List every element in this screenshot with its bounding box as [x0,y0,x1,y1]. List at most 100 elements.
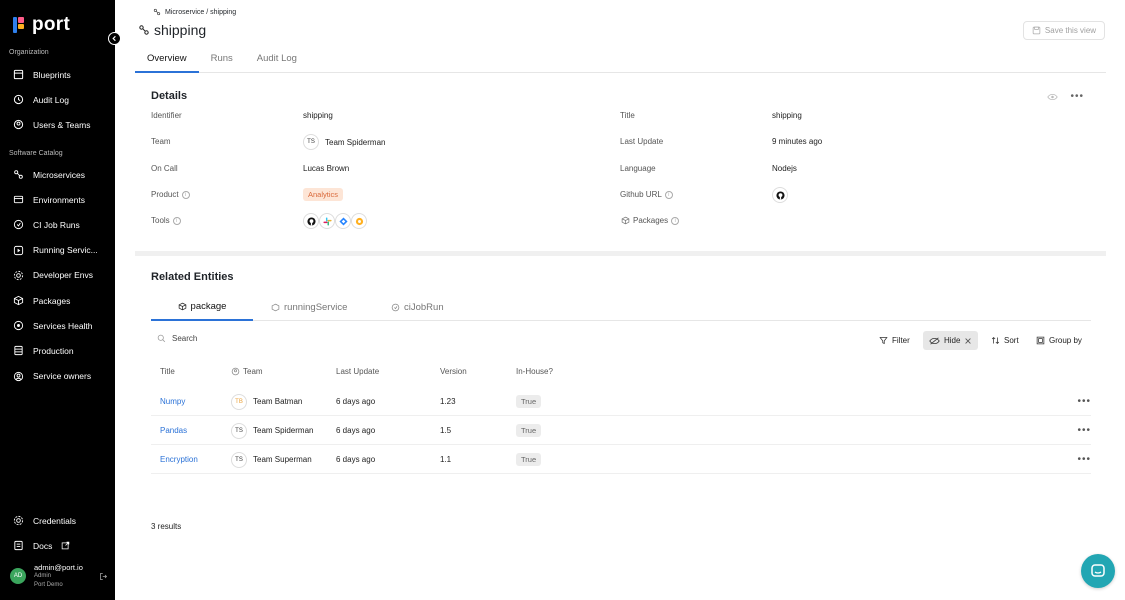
jira-icon[interactable] [335,213,351,229]
sidebar-item-ci-job-runs[interactable]: CI Job Runs [0,212,115,237]
table-row[interactable]: Numpy TB Team Batman 6 days ago 1.23 Tru… [151,387,1091,416]
sort-button[interactable]: Sort [991,331,1019,350]
cell-version: 1.23 [440,397,456,406]
team-name: Team Spiderman [253,426,314,435]
row-more-icon[interactable]: ••• [1077,396,1091,407]
cell-team[interactable]: TB Team Batman [231,387,302,416]
sidebar-item-services-health[interactable]: Services Health [0,313,115,338]
cell-title[interactable]: Encryption [160,445,198,474]
tab-package[interactable]: package [151,296,253,321]
app-name: port [32,14,71,35]
team-avatar: TS [303,134,319,150]
sidebar-item-developer-envs[interactable]: Developer Envs [0,263,115,288]
avatar: AD [10,568,26,584]
sentry-icon[interactable] [351,213,367,229]
group-by-icon [1036,336,1045,345]
cell-team[interactable]: TS Team Superman [231,445,312,474]
info-icon[interactable]: i [671,216,680,225]
user-info: admin@port.io Admin Port Demo [34,563,83,590]
breadcrumb[interactable]: Microservice / shipping [153,8,236,16]
close-icon[interactable] [964,337,972,345]
github-icon[interactable] [303,213,319,229]
sidebar-item-blueprints[interactable]: Blueprints [0,62,115,87]
breadcrumb-text: Microservice / shipping [165,8,237,16]
production-icon [14,346,23,356]
ci-job-icon [13,220,24,230]
package-icon [178,302,186,310]
sidebar-item-service-owners[interactable]: Service owners [0,364,115,389]
page-title-text: shipping [154,22,207,38]
field-value-github-url[interactable] [772,187,788,203]
boolean-tag: True [516,453,542,466]
main-content: Microservice / shipping shipping Save th… [115,0,1125,600]
column-header-team[interactable]: Team [231,367,263,376]
field-value-language: Nodejs [772,164,797,173]
table-row[interactable]: Pandas TS Team Spiderman 6 days ago 1.5 … [151,416,1091,445]
sidebar-item-credentials[interactable]: Credentials [0,508,115,533]
table-row[interactable]: Encryption TS Team Superman 6 days ago 1… [151,445,1091,474]
port-logo[interactable]: port [12,14,70,36]
column-header-version[interactable]: Version [440,367,467,376]
port-logo-icon [13,17,24,33]
sidebar-item-docs[interactable]: Docs [0,533,115,558]
column-header-title[interactable]: Title [160,367,175,376]
group-by-button[interactable]: Group by [1036,331,1082,350]
logout-icon[interactable] [99,572,108,581]
column-header-last-update[interactable]: Last Update [336,367,379,376]
cell-version: 1.1 [440,455,452,464]
github-url-label-text: Github URL [620,190,662,199]
column-header-in-house[interactable]: In-House? [516,367,553,376]
chat-support-button[interactable] [1081,554,1115,588]
field-value-tools [303,213,367,229]
cell-last-update: 6 days ago [336,397,376,406]
section-title-organization: Organization [9,49,49,56]
cell-team[interactable]: TS Team Spiderman [231,416,313,445]
history-icon [13,95,24,105]
environment-icon [13,196,24,204]
tab-ci-job-run[interactable]: ciJobRun [385,296,450,321]
github-icon[interactable] [772,187,788,203]
details-card: Details ••• Identifier shipping Team TS … [135,79,1106,256]
save-view-button[interactable]: Save this view [1023,21,1105,40]
section-title-software-catalog: Software Catalog [9,150,63,157]
sidebar-item-users-teams[interactable]: Users & Teams [0,112,115,137]
info-icon[interactable]: i [181,190,190,199]
field-value-team[interactable]: TS Team Spiderman [303,134,385,150]
slack-icon[interactable] [319,213,335,229]
sidebar-item-environments[interactable]: Environments [0,187,115,212]
filter-button[interactable]: Filter [879,331,910,350]
eye-icon[interactable] [1047,93,1059,101]
tab-audit-log[interactable]: Audit Log [245,49,309,73]
hide-label: Hide [944,336,961,345]
sidebar-item-label: Blueprints [33,69,71,80]
health-icon [13,321,24,331]
hide-button[interactable]: Hide [923,331,979,350]
sidebar-item-packages[interactable]: Packages [0,288,115,313]
row-more-icon[interactable]: ••• [1077,454,1091,465]
field-value-on-call: Lucas Brown [303,164,350,173]
tab-overview[interactable]: Overview [135,49,199,73]
user-profile[interactable]: AD admin@port.io Admin Port Demo [10,563,110,590]
collapse-sidebar-button[interactable] [108,32,121,45]
package-icon [621,216,630,225]
info-icon[interactable]: i [172,216,181,225]
tab-runs[interactable]: Runs [199,49,245,73]
sidebar-item-label: Audit Log [33,94,69,105]
cell-last-update: 6 days ago [336,455,376,464]
sidebar-item-audit-log[interactable]: Audit Log [0,87,115,112]
sidebar-item-running-services[interactable]: Running Servic... [0,238,115,263]
info-icon[interactable]: i [664,190,673,199]
tab-running-service[interactable]: runningService [265,296,353,321]
details-heading: Details [151,90,188,102]
row-more-icon[interactable]: ••• [1077,425,1091,436]
user-org: Port Demo [34,582,63,588]
more-icon[interactable]: ••• [1070,91,1084,102]
search-input[interactable]: Search [157,334,197,343]
boolean-tag: True [516,395,542,408]
sidebar-item-production[interactable]: Production [0,338,115,363]
sidebar-item-microservices[interactable]: Microservices [0,162,115,187]
group-by-label: Group by [1049,336,1082,345]
field-label-identifier: Identifier [151,111,182,120]
cell-title[interactable]: Pandas [160,416,187,445]
cell-title[interactable]: Numpy [160,387,185,416]
